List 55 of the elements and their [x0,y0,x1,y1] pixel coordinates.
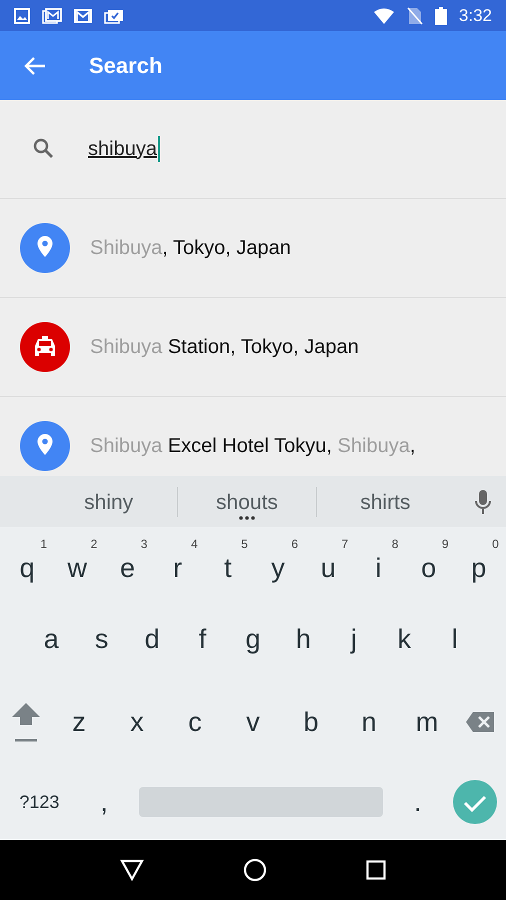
key[interactable]: n [349,704,389,738]
key[interactable]: d [132,622,172,656]
home-circle-icon[interactable] [242,858,267,882]
key[interactable]: f [182,622,223,656]
clipboard-check-icon [104,8,124,24]
key[interactable]: 7 u [308,537,348,585]
key[interactable]: h [283,622,324,656]
checkmark-button[interactable] [452,780,497,824]
key[interactable]: z [59,704,99,738]
key[interactable]: v [233,704,273,738]
symbols-key[interactable]: ?123 [9,784,70,818]
key[interactable]: 9 o [408,537,449,585]
key[interactable]: , [84,784,124,818]
search-field[interactable]: shibuya [88,136,160,162]
result-text: Shibuya, Tokyo, Japan [90,236,291,260]
key[interactable]: . [398,784,438,818]
result-item[interactable]: Shibuya Station, Tokyo, Japan [0,298,506,397]
key[interactable]: 4 r [158,537,198,585]
key[interactable]: 0 p [458,537,499,585]
key[interactable]: a [31,622,72,656]
result-text: Shibuya Station, Tokyo, Japan [90,336,359,358]
key[interactable]: c [175,704,215,738]
key[interactable]: k [384,622,424,656]
recents-square-icon[interactable] [366,860,386,880]
suggestion[interactable]: shouts [178,484,316,520]
key[interactable]: j [334,622,374,656]
app-bar-title: Search [89,52,162,78]
microphone-icon[interactable] [474,488,492,514]
clock: 3:32 [458,6,492,26]
mail-icon [42,8,62,24]
backspace-icon[interactable] [465,710,495,732]
wifi-icon [372,8,395,24]
key[interactable]: 1 q [7,537,48,585]
key[interactable]: 3 e [107,537,148,585]
result-text: Shibuya Excel Hotel Tokyu, Shibuya, [90,434,416,458]
result-item[interactable]: Shibuya, Tokyo, Japan [0,199,506,298]
key[interactable]: 2 w [57,537,98,585]
back-arrow-icon[interactable] [24,56,46,76]
key[interactable]: l [434,622,475,656]
key[interactable]: g [232,622,273,656]
key[interactable]: b [291,704,331,738]
key[interactable]: s [82,622,122,656]
key[interactable]: 8 i [358,537,398,585]
no-sim-icon [406,6,423,24]
key[interactable]: 6 y [258,537,298,585]
key[interactable]: x [117,704,157,738]
suggestion[interactable]: shiny [40,484,178,520]
key[interactable]: m [407,704,447,738]
battery-icon [434,6,447,24]
mail-icon [74,8,92,24]
image-icon [14,8,30,24]
back-triangle-icon[interactable] [120,859,144,881]
shift-icon[interactable] [11,700,41,742]
suggestion[interactable]: shirts [316,484,454,520]
key[interactable]: 5 t [208,537,248,585]
